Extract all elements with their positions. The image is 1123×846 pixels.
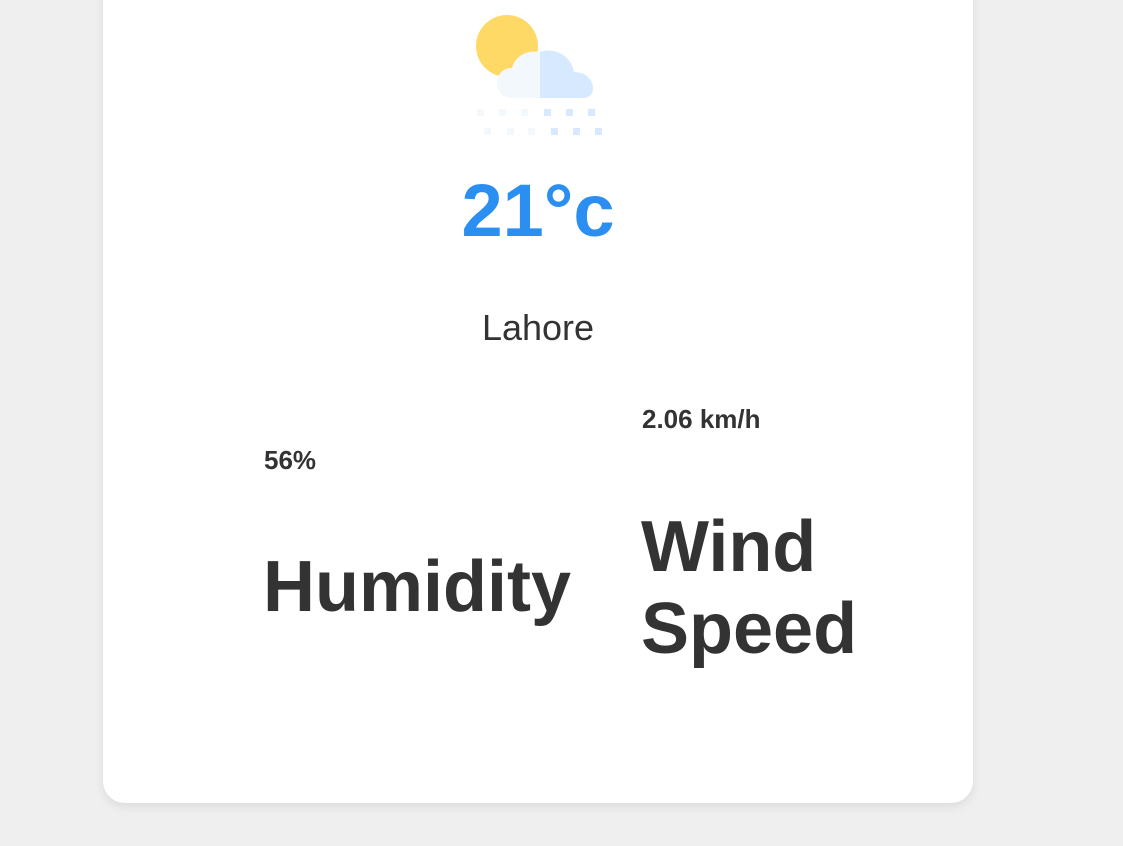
city-name: Lahore	[481, 307, 595, 348]
wind-speed-value: 2.06 km/h	[642, 404, 761, 434]
wind-speed-label: Wind Speed	[641, 507, 858, 669]
humidity-label: Humidity	[263, 547, 572, 627]
temperature-value: 21°c	[461, 169, 615, 252]
humidity-value: 56%	[264, 445, 317, 475]
sun-cloud-snow-icon	[476, 15, 602, 135]
weather-card: 21°c Lahore 56% Humidity 2.06 km/h Wind …	[103, 0, 973, 803]
